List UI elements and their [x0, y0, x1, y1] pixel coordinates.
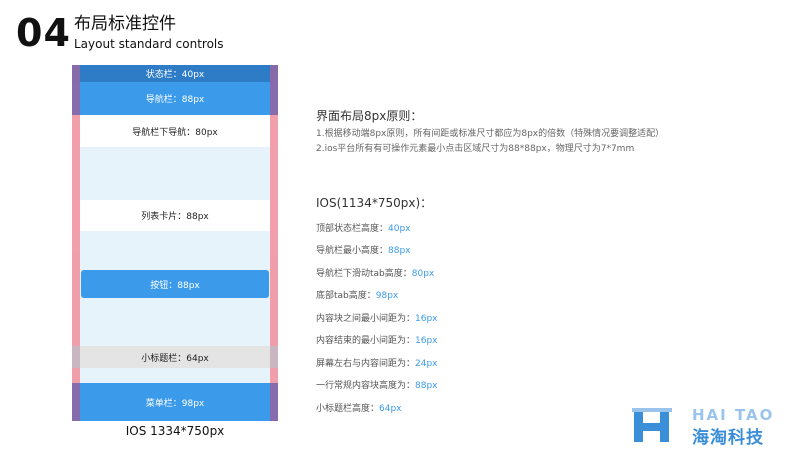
right-margin-guide: [270, 65, 278, 421]
subtitle-bar: 小标题栏：64px: [72, 346, 278, 368]
spec-label: 内容块之间最小间距为：: [316, 314, 416, 324]
left-margin-top-tint: [72, 65, 80, 115]
nav-bar-label: 导航栏：88px: [145, 95, 205, 105]
spec-row: 小标题栏高度：64px: [316, 401, 402, 414]
status-bar-label: 状态栏：40px: [145, 70, 205, 80]
left-margin-guide: [72, 65, 80, 421]
spec-label: 顶部状态栏高度：: [316, 224, 389, 234]
phone-mockup: 状态栏：40px 导航栏：88px 导航栏下导航：80px 列表卡片：88px …: [72, 65, 278, 421]
sub-nav-bar[interactable]: 导航栏下导航：80px: [72, 115, 278, 147]
spec-value: 16px: [415, 314, 438, 324]
spec-row: 底部tab高度：98px: [316, 288, 398, 301]
spec-value: 88px: [415, 381, 438, 391]
spec-row: 屏幕左右与内容间距为：24px: [316, 356, 438, 369]
logo-text-cn: 海淘科技: [692, 428, 764, 448]
status-bar: 状态栏：40px: [72, 65, 278, 82]
spec-row: 导航栏最小高度：88px: [316, 243, 411, 256]
spec-label: 小标题栏高度：: [316, 404, 380, 414]
spec-label: 屏幕左右与内容间距为：: [316, 359, 416, 369]
left-margin-mid-tint: [72, 346, 80, 368]
spec-value: 16px: [415, 336, 438, 346]
h-logo-icon: [632, 408, 672, 442]
list-card-label: 列表卡片：88px: [141, 212, 209, 222]
principle-line: 1.根据移动端8px原则，所有间距或标准尺寸都应为8px的倍数（特殊情况要调整适…: [316, 129, 665, 139]
right-margin-bottom-tint: [270, 383, 278, 421]
right-margin-mid-tint: [270, 346, 278, 368]
logo-text-en: HAI TAO: [692, 406, 775, 424]
subtitle-bar-label: 小标题栏：64px: [141, 353, 209, 364]
sub-nav-label: 导航栏下导航：80px: [132, 127, 218, 138]
spec-row: 内容块之间最小间距为：16px: [316, 311, 438, 324]
spec-value: 24px: [415, 359, 438, 369]
spec-value: 80px: [411, 269, 435, 279]
spec-value: 98px: [375, 291, 399, 301]
right-margin-top-tint: [270, 65, 278, 115]
primary-button[interactable]: 按钮：88px: [81, 270, 269, 298]
spec-label: 底部tab高度：: [316, 291, 376, 301]
spec-label: 内容结束的最小间距为：: [316, 336, 416, 346]
spec-value: 40px: [388, 224, 411, 234]
spec-row: 顶部状态栏高度：40px: [316, 221, 411, 234]
spec-value: 88px: [388, 246, 411, 256]
spec-row: 内容结束的最小间距为：16px: [316, 333, 438, 346]
spec-label: 导航栏最小高度：: [316, 246, 389, 256]
section-number: 04: [16, 11, 71, 55]
nav-bar[interactable]: 导航栏：88px: [72, 82, 278, 115]
button-label: 按钮：88px: [150, 280, 200, 291]
spec-row: 一行常规内容块高度为：88px: [316, 378, 438, 391]
spec-value: 64px: [379, 404, 402, 414]
spec-row: 导航栏下滑动tab高度：80px: [316, 266, 434, 279]
phone-caption: IOS 1334*750px: [125, 424, 225, 438]
principle-title: 界面布局8px原则：: [316, 109, 423, 123]
left-margin-bottom-tint: [72, 383, 80, 421]
menu-bar-label: 菜单栏：98px: [145, 398, 205, 409]
menu-bar[interactable]: 菜单栏：98px: [72, 383, 278, 421]
principle-line: 2.ios平台所有有可操作元素最小点击区域尺寸为88*88px，物理尺寸为7*7…: [316, 144, 635, 154]
ios-spec-title: IOS(1134*750px)：: [316, 196, 433, 210]
section-title-cn: 布局标准控件: [74, 14, 176, 34]
spec-label: 一行常规内容块高度为：: [316, 381, 416, 391]
company-logo: HAI TAO 海淘科技: [630, 404, 790, 448]
list-card[interactable]: 列表卡片：88px: [72, 200, 278, 231]
section-title-en: Layout standard controls: [74, 37, 224, 51]
spec-label: 导航栏下滑动tab高度：: [316, 269, 412, 279]
